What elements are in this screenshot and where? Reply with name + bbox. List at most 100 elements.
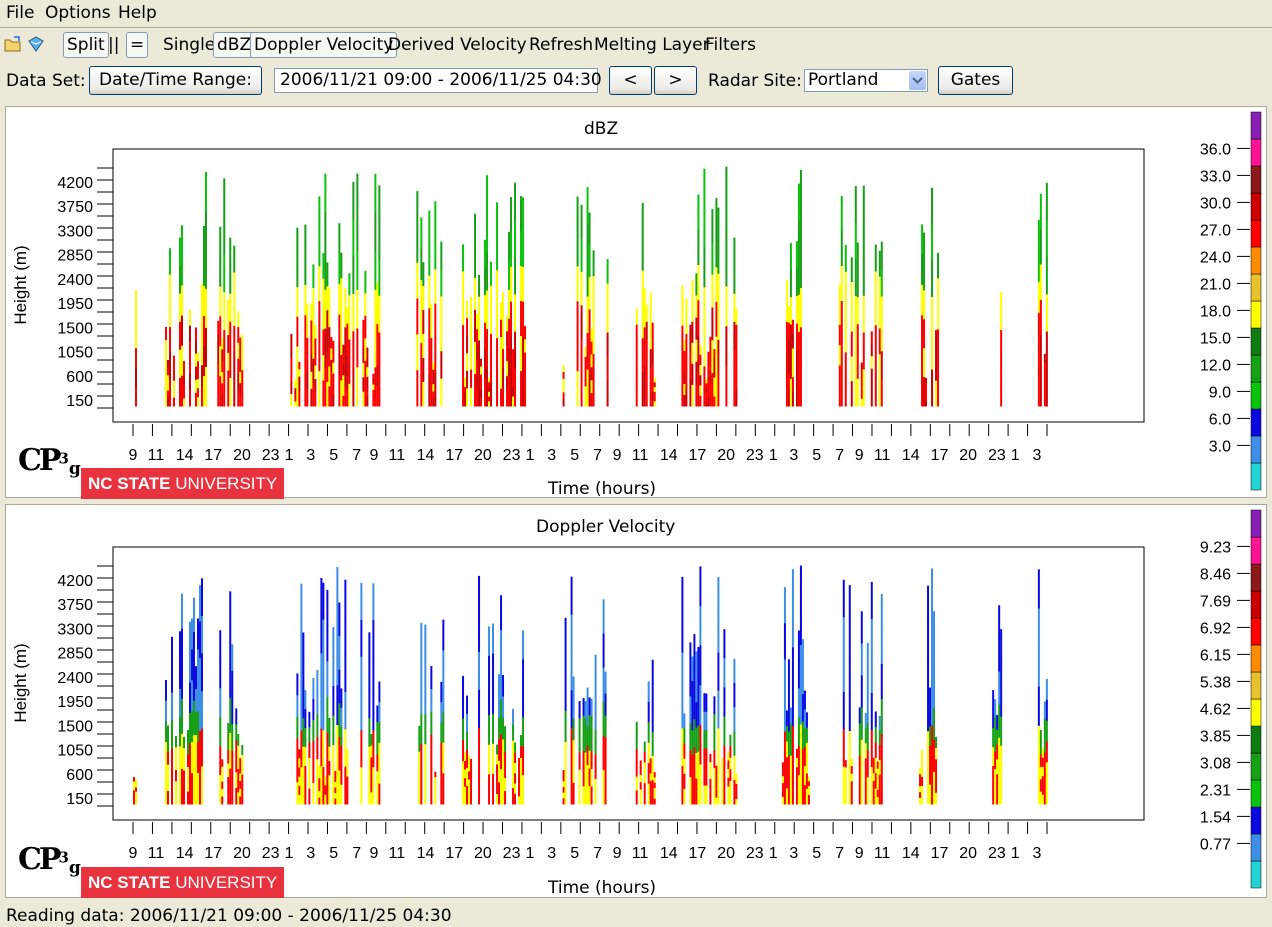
prev-button[interactable]: < (609, 66, 652, 95)
equal-button[interactable]: = (126, 32, 149, 58)
x-tick-label: 23 (988, 845, 1006, 862)
book-icon[interactable] (27, 35, 45, 53)
x-tick-label: 7 (352, 845, 361, 862)
open-folder-icon[interactable] (4, 35, 22, 53)
legend-swatch (1250, 860, 1262, 889)
date-time-range-button[interactable]: Date/Time Range: (89, 66, 262, 95)
menu-file[interactable]: File (6, 3, 34, 23)
x-tick-label: 17 (204, 447, 222, 464)
x-tick-label: 11 (148, 845, 165, 862)
x-tick-label: 11 (632, 845, 649, 862)
x-tick-label: 14 (417, 447, 435, 464)
x-tick-label: 1 (285, 447, 294, 464)
x-tick-label: 17 (931, 447, 949, 464)
next-button[interactable]: > (654, 66, 697, 95)
x-tick-label: 11 (632, 447, 649, 464)
y-tick-label: 3750 (57, 199, 93, 216)
menu-options[interactable]: Options (45, 3, 111, 23)
y-axis-label: Height (m) (11, 643, 30, 722)
melting-layer-button[interactable]: Melting Layer (594, 35, 710, 55)
legend-label: 3.85 (1200, 728, 1231, 745)
x-tick-label: 3 (306, 447, 315, 464)
legend-swatch (1250, 590, 1262, 619)
legend-swatch (1250, 111, 1262, 140)
legend-swatch (1250, 138, 1262, 167)
radar-site-select[interactable]: Portland (804, 69, 928, 92)
legend-swatch (1250, 192, 1262, 221)
x-tick-label: 11 (389, 447, 406, 464)
y-tick-label: 3750 (57, 597, 93, 614)
legend-swatch (1250, 617, 1262, 646)
x-tick-label: 1 (525, 845, 534, 862)
legend-swatch (1250, 509, 1262, 538)
x-tick-label: 1 (525, 447, 534, 464)
legend-swatch (1250, 381, 1262, 410)
x-tick-label: 1 (1011, 447, 1020, 464)
x-tick-label: 9 (129, 447, 138, 464)
x-tick-label: 20 (717, 845, 735, 862)
x-tick-label: 9 (613, 447, 622, 464)
derived-velocity-button[interactable]: Derived Velocity (388, 35, 527, 55)
legend-label: 9.0 (1209, 384, 1231, 401)
legend-label: 2.31 (1200, 782, 1231, 799)
split-button[interactable]: Split (63, 32, 109, 58)
legend-label: 3.0 (1209, 438, 1231, 455)
dbz-button[interactable]: dBZ (213, 32, 256, 58)
legend-swatch (1250, 219, 1262, 248)
x-tick-label: 3 (1033, 845, 1042, 862)
x-tick-label: 9 (855, 845, 864, 862)
legend-swatch (1250, 327, 1262, 356)
x-tick-label: 1 (1011, 845, 1020, 862)
legend-swatch (1250, 300, 1262, 329)
x-tick-label: 5 (570, 845, 579, 862)
x-tick-label: 1 (769, 447, 778, 464)
dbz-plot: Height (m) 150 600 1050 1500 1950 2400 2850 3300… (11, 111, 1262, 491)
legend-swatch (1250, 435, 1262, 464)
x-tick-label: 14 (902, 447, 920, 464)
legend-swatch (1250, 273, 1262, 302)
x-tick-label: 17 (445, 447, 463, 464)
x-tick-label: 17 (204, 845, 222, 862)
x-tick-label: 5 (570, 447, 579, 464)
x-tick-label: 20 (959, 447, 977, 464)
legend-label: 21.0 (1200, 276, 1231, 293)
y-tick-label: 2400 (57, 272, 93, 289)
x-tick-label: 14 (176, 845, 194, 862)
radar-site-value: Portland (808, 70, 879, 90)
doppler-plot: Height (m) 150 600 1050 1500 1950 2400 2850 3300… (11, 509, 1262, 889)
x-tick-label: 9 (369, 447, 378, 464)
gates-button[interactable]: Gates (938, 66, 1013, 95)
x-tick-label: 20 (717, 447, 735, 464)
legend-swatch (1250, 536, 1262, 565)
chevron-down-icon[interactable] (909, 71, 926, 90)
x-tick-label: 17 (931, 845, 949, 862)
legend-label: 18.0 (1200, 303, 1231, 320)
legend-label: 15.0 (1200, 330, 1231, 347)
y-tick-label: 4200 (57, 175, 93, 192)
single-button[interactable]: Single (163, 35, 215, 55)
x-tick-label: 20 (959, 845, 977, 862)
legend-label: 9.23 (1200, 539, 1231, 556)
y-tick-label: 600 (66, 767, 93, 784)
radar-site-label: Radar Site: (708, 71, 802, 91)
x-tick-label: 14 (902, 845, 920, 862)
date-range-field[interactable]: 2006/11/21 09:00 - 2006/11/25 04:30 (274, 68, 602, 93)
menu-help[interactable]: Help (118, 3, 157, 23)
x-tick-label: 7 (835, 447, 844, 464)
filters-button[interactable]: Filters (705, 35, 756, 55)
legend-swatch (1250, 725, 1262, 754)
y-tick-label: 150 (66, 791, 93, 808)
x-tick-label: 7 (593, 447, 602, 464)
refresh-button[interactable]: Refresh (529, 35, 593, 55)
y-tick-label: 1950 (57, 694, 93, 711)
pause-button[interactable]: || (108, 35, 119, 55)
doppler-velocity-button[interactable]: Doppler Velocity (250, 32, 398, 58)
legend-swatch (1250, 752, 1262, 781)
x-tick-label: 17 (445, 845, 463, 862)
legend-label: 36.0 (1200, 141, 1231, 158)
y-tick-label: 1050 (57, 345, 93, 362)
x-tick-label: 3 (789, 845, 798, 862)
cpg-logo-2: CP3g (18, 842, 81, 879)
x-tick-label: 23 (262, 447, 280, 464)
legend-label: 0.77 (1200, 836, 1231, 853)
